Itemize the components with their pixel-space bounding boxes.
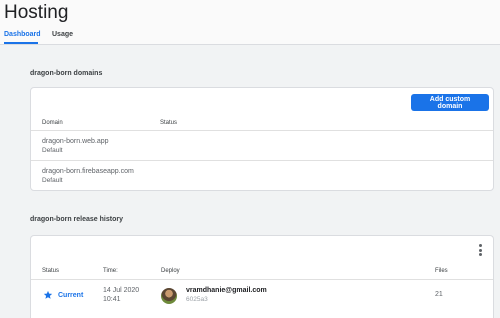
divider: [31, 130, 493, 131]
status-label: Current: [58, 291, 84, 299]
domain-type: Default: [42, 147, 63, 154]
release-hash: 6025a3: [186, 296, 208, 303]
column-header-deploy: Deploy: [161, 268, 180, 274]
domain-name: dragon-born.firebaseapp.com: [42, 168, 134, 175]
release-history-card: Status Time: Deploy Files Current 14 Jul…: [30, 235, 494, 318]
deployer-email: vramdhanie@gmail.com: [186, 287, 267, 294]
column-header-time: Time:: [103, 268, 118, 274]
avatar: [161, 288, 177, 304]
tab-usage[interactable]: Usage: [52, 31, 74, 44]
page-title: Hosting: [4, 2, 69, 23]
page-header: Hosting Dashboard Usage: [0, 0, 500, 45]
domain-type: Default: [42, 177, 63, 184]
release-date: 14 Jul 2020: [103, 287, 140, 294]
release-time: 10:41: [103, 296, 121, 303]
status-current: Current: [43, 290, 83, 300]
column-header-files: Files: [435, 268, 448, 274]
files-count: 21: [435, 291, 443, 298]
domain-name: dragon-born.web.app: [42, 138, 109, 145]
domains-card: Add custom domain Domain Status dragon-b…: [30, 87, 494, 191]
star-icon: [43, 290, 53, 299]
divider: [31, 279, 493, 280]
divider: [31, 160, 493, 161]
column-header-status: Status: [160, 120, 178, 126]
domains-section-title: dragon-born domains: [30, 70, 103, 77]
column-header-status: Status: [42, 268, 60, 274]
tab-dashboard[interactable]: Dashboard: [4, 31, 41, 44]
release-section-title: dragon-born release history: [30, 216, 123, 223]
add-custom-domain-button[interactable]: Add custom domain: [411, 94, 489, 111]
column-header-domain: Domain: [42, 120, 63, 126]
more-vert-icon[interactable]: [479, 244, 483, 256]
